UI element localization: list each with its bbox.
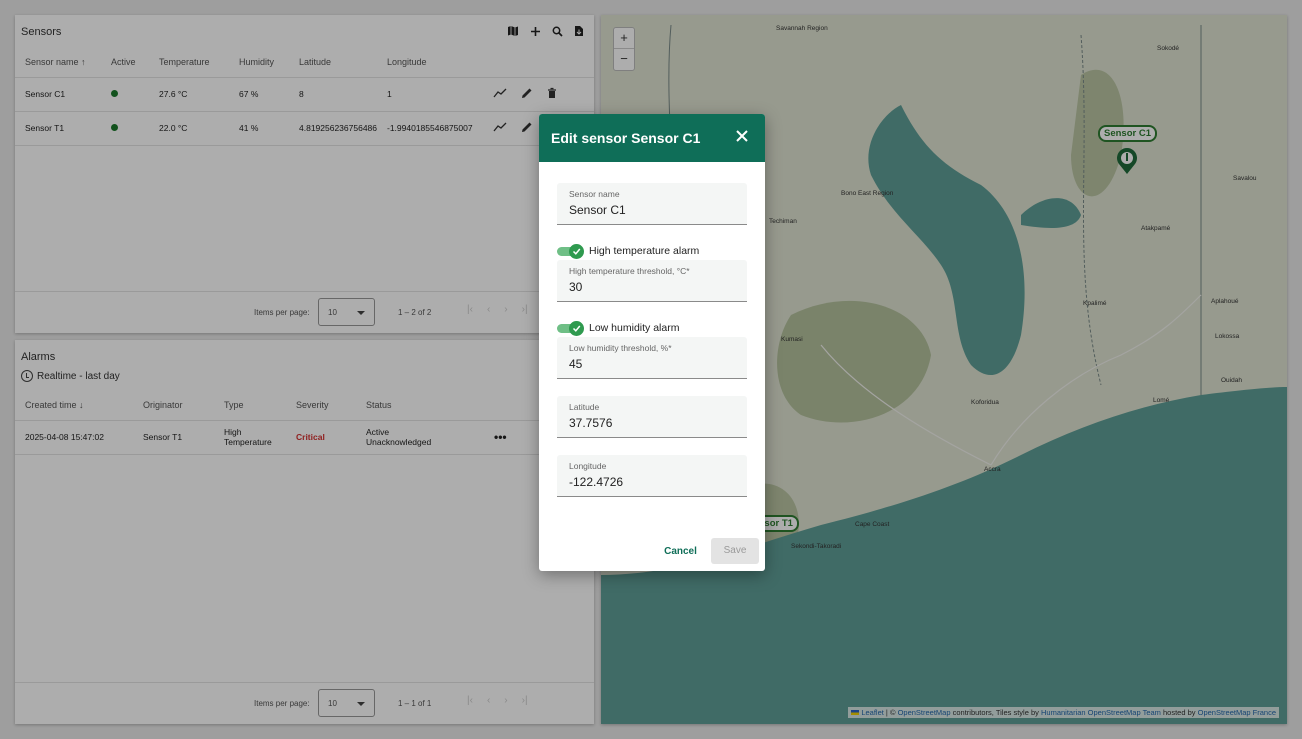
edit-sensor-dialog: Edit sensor Sensor C1 Sensor name Sensor… — [539, 114, 765, 571]
latitude-field[interactable]: Latitude 37.7576 — [557, 396, 747, 438]
save-button[interactable]: Save — [711, 538, 759, 564]
longitude-field[interactable]: Longitude -122.4726 — [557, 455, 747, 497]
close-icon[interactable] — [735, 129, 749, 143]
sensor-name-field[interactable]: Sensor name Sensor C1 — [557, 183, 747, 225]
dialog-title: Edit sensor Sensor C1 — [551, 130, 701, 146]
toggle-switch[interactable] — [557, 244, 584, 259]
toggle-switch[interactable] — [557, 321, 584, 336]
low-humidity-threshold-field[interactable]: Low humidity threshold, %* 45 — [557, 337, 747, 379]
dialog-header: Edit sensor Sensor C1 — [539, 114, 765, 162]
cancel-button[interactable]: Cancel — [652, 540, 709, 564]
check-icon — [572, 248, 581, 255]
check-icon — [572, 325, 581, 332]
high-temp-threshold-field[interactable]: High temperature threshold, °C* 30 — [557, 260, 747, 302]
high-temp-alarm-toggle[interactable]: High temperature alarm — [557, 244, 699, 259]
low-humidity-alarm-toggle[interactable]: Low humidity alarm — [557, 321, 679, 336]
